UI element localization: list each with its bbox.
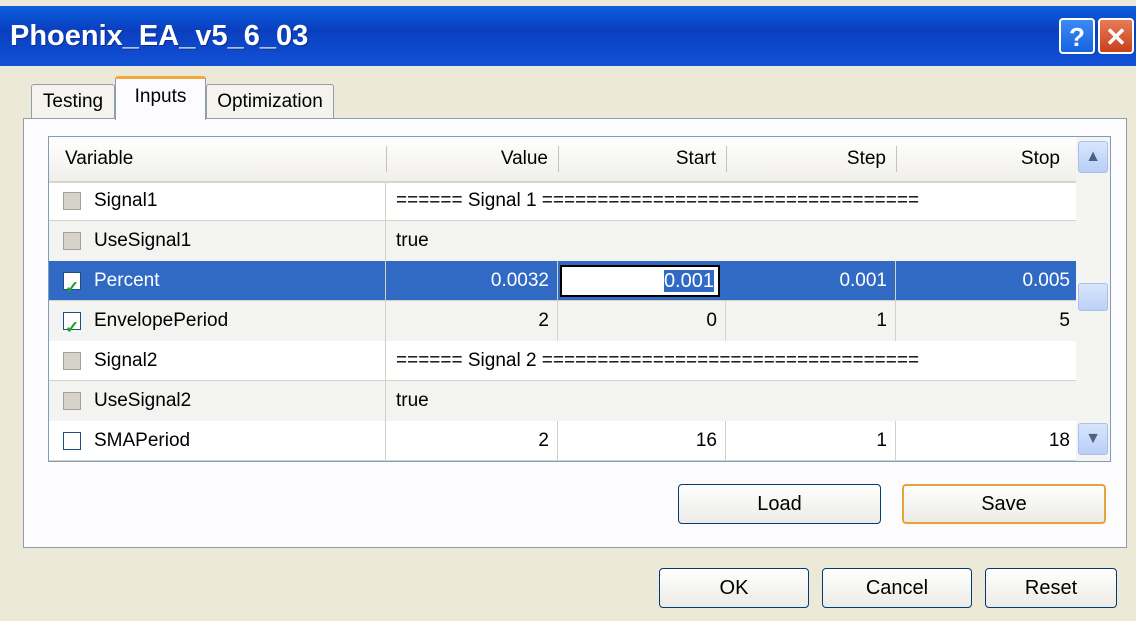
- row-checkbox[interactable]: [63, 268, 81, 308]
- variable-cell: UseSignal1: [49, 221, 386, 261]
- value-cell[interactable]: 2: [386, 301, 558, 341]
- variable-cell: EnvelopePeriod: [49, 301, 386, 348]
- header-stop[interactable]: Stop: [896, 137, 1060, 181]
- variable-cell: SMAPeriod: [49, 421, 386, 461]
- tab-testing[interactable]: Testing: [31, 84, 115, 120]
- stop-cell[interactable]: 5: [896, 301, 1076, 341]
- inputs-table: Variable Value Start Step Stop Signal1 =…: [48, 136, 1111, 462]
- table-row[interactable]: SMAPeriod 2 16 1 18: [49, 421, 1076, 461]
- variable-cell: UseSignal2: [49, 381, 386, 421]
- variable-name: SMAPeriod: [94, 430, 191, 451]
- table-row[interactable]: UseSignal2 true: [49, 381, 1076, 421]
- table-row-selected[interactable]: Percent 0.0032 0.001 0.001 0.005: [49, 261, 1076, 308]
- step-cell[interactable]: 1: [726, 421, 896, 461]
- tab-inputs[interactable]: Inputs: [115, 76, 206, 120]
- value-cell[interactable]: ====== Signal 1 ========================…: [386, 181, 1076, 221]
- scroll-down-icon[interactable]: ▼: [1078, 423, 1108, 455]
- table-header: Variable Value Start Step Stop: [49, 137, 1076, 183]
- start-cell[interactable]: 16: [558, 421, 726, 461]
- reset-button[interactable]: Reset: [985, 568, 1117, 608]
- variable-name: Percent: [94, 270, 160, 291]
- variable-name: Signal2: [94, 350, 158, 371]
- value-cell[interactable]: true: [386, 221, 1076, 261]
- start-edit-text: 0.001: [663, 270, 714, 292]
- value-cell[interactable]: true: [386, 381, 1076, 421]
- table-row[interactable]: UseSignal1 true: [49, 221, 1076, 261]
- value-cell[interactable]: 0.0032: [386, 261, 558, 301]
- vertical-scrollbar[interactable]: ▲ ▼: [1076, 137, 1110, 461]
- dialog-window: Phoenix_EA_v5_6_03 ? ✕ Testing Inputs Op…: [0, 0, 1136, 621]
- value-cell[interactable]: 2: [386, 421, 558, 461]
- variable-name: UseSignal1: [94, 230, 192, 251]
- stop-cell[interactable]: 0.005: [896, 261, 1076, 301]
- scroll-thumb[interactable]: [1078, 283, 1108, 311]
- header-step[interactable]: Step: [726, 137, 886, 181]
- close-button[interactable]: ✕: [1098, 18, 1134, 54]
- load-button[interactable]: Load: [678, 484, 881, 524]
- header-value[interactable]: Value: [386, 137, 548, 181]
- step-cell[interactable]: 1: [726, 301, 896, 341]
- cancel-button[interactable]: Cancel: [822, 568, 972, 608]
- ok-button[interactable]: OK: [659, 568, 809, 608]
- stop-cell[interactable]: 18: [896, 421, 1076, 461]
- row-checkbox[interactable]: [63, 432, 81, 450]
- header-start[interactable]: Start: [558, 137, 716, 181]
- variable-cell: Signal2: [49, 341, 386, 381]
- variable-cell: Percent: [49, 261, 386, 308]
- row-checkbox[interactable]: [63, 192, 81, 210]
- start-edit-input[interactable]: 0.001: [560, 265, 720, 297]
- table-row[interactable]: Signal2 ====== Signal 2 ================…: [49, 341, 1076, 381]
- help-button[interactable]: ?: [1059, 18, 1095, 54]
- row-checkbox[interactable]: [63, 232, 81, 250]
- value-cell[interactable]: ====== Signal 2 ========================…: [386, 341, 1076, 381]
- variable-name: EnvelopePeriod: [94, 310, 229, 331]
- variable-cell: Signal1: [49, 181, 386, 221]
- table-row[interactable]: Signal1 ====== Signal 1 ================…: [49, 181, 1076, 221]
- scroll-up-icon[interactable]: ▲: [1078, 141, 1108, 173]
- save-button[interactable]: Save: [902, 484, 1106, 524]
- row-checkbox[interactable]: [63, 352, 81, 370]
- variable-name: Signal1: [94, 190, 158, 211]
- table-row[interactable]: EnvelopePeriod 2 0 1 5: [49, 301, 1076, 348]
- variable-name: UseSignal2: [94, 390, 192, 411]
- step-cell[interactable]: 0.001: [726, 261, 896, 301]
- row-checkbox[interactable]: [63, 392, 81, 410]
- start-cell[interactable]: 0: [558, 301, 726, 341]
- row-checkbox[interactable]: [63, 308, 81, 348]
- tab-optimization[interactable]: Optimization: [206, 84, 334, 120]
- title-bar[interactable]: Phoenix_EA_v5_6_03 ? ✕: [0, 6, 1136, 66]
- window-title: Phoenix_EA_v5_6_03: [10, 20, 309, 52]
- header-variable[interactable]: Variable: [65, 137, 133, 181]
